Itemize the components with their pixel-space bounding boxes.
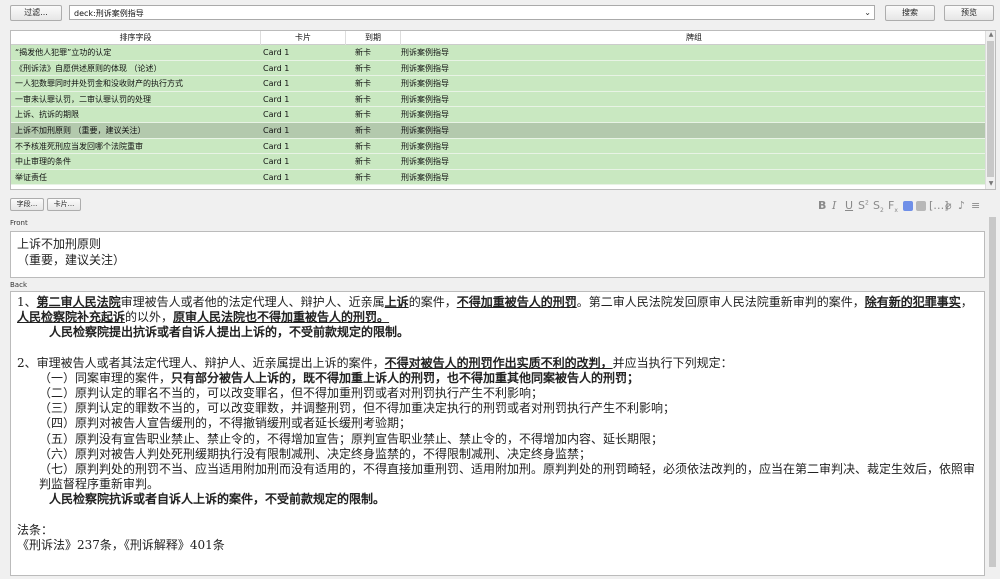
bold-icon[interactable]: B <box>818 199 826 213</box>
cell-sort-field: 中止审理的条件 <box>15 157 71 167</box>
scroll-down-icon[interactable]: ▼ <box>986 180 995 189</box>
cell-due: 新卡 <box>355 157 371 167</box>
card-table: 排序字段 卡片 到期 牌组 “揭发他人犯罪”立功的认定 Card 1 新卡 刑诉案例指… <box>10 30 996 190</box>
cell-sort-field: 《刑诉法》自愿供述原则的体现 （论述） <box>15 63 162 73</box>
cell-sort-field: “揭发他人犯罪”立功的认定 <box>15 48 112 57</box>
cell-due: 新卡 <box>355 172 371 182</box>
cell-due: 新卡 <box>355 94 371 104</box>
cell-card: Card 1 <box>263 172 290 182</box>
table-row[interactable]: “揭发他人犯罪”立功的认定 Card 1 新卡 刑诉案例指导 <box>11 45 987 61</box>
search-input[interactable]: deck:刑诉案例指导 ⌄ <box>69 5 875 20</box>
back-item-2: （二）原判认定的罪名不当的，可以改变罪名，但不得加重刑罚或者对刑罚执行产生不利影… <box>39 386 544 401</box>
editor-scrollbar[interactable] <box>987 205 998 577</box>
cell-deck: 刑诉案例指导 <box>401 79 449 89</box>
back-paragraph-3: 人民检察院抗诉或者自诉人上诉的案件，不受前款规定的限制。 <box>49 492 386 507</box>
cell-card: Card 1 <box>263 141 290 151</box>
cell-deck: 刑诉案例指导 <box>401 141 449 151</box>
cell-due: 新卡 <box>355 79 371 89</box>
back-paragraph-1: 1、第二审人民法院审理被告人或者他的法定代理人、辩护人、近亲属上诉的案件，不得加… <box>17 295 973 325</box>
superscript-icon[interactable]: S2 <box>858 199 869 213</box>
law-label: 法条： <box>17 522 54 537</box>
chevron-down-icon[interactable]: ⌄ <box>864 8 871 17</box>
underline-icon[interactable]: U <box>845 199 853 213</box>
back-item-4: （四）原判对被告人宣告缓刑的，不得撤销缓刑或者延长缓刑考验期； <box>39 416 412 431</box>
table-row[interactable]: 一审未认罪认罚，二审认罪认罚的处理 Card 1 新卡 刑诉案例指导 <box>11 91 987 108</box>
cell-deck: 刑诉案例指导 <box>401 48 449 57</box>
cell-deck: 刑诉案例指导 <box>401 110 449 120</box>
cell-card: Card 1 <box>263 63 290 73</box>
cards-button[interactable]: 卡片... <box>47 198 81 211</box>
front-line-1: 上诉不加刑原则 <box>17 237 102 251</box>
top-toolbar: 过滤... deck:刑诉案例指导 ⌄ 搜索 预览 <box>0 0 1000 24</box>
cell-sort-field: 一审未认罪认罚，二审认罪认罚的处理 <box>15 94 151 104</box>
front-field[interactable]: 上诉不加刑原则 （重要，建议关注） <box>10 231 985 278</box>
search-button[interactable]: 搜索 <box>885 5 935 21</box>
back-item-6: （六）原判对被告人判处死刑缓期执行没有限制减刑、决定终身监禁的，不得限制减刑、决… <box>39 446 592 461</box>
back-item-1: （一）同案审理的案件，只有部分被告人上诉的，既不得加重上诉人的刑罚，也不得加重其… <box>39 370 640 385</box>
more-menu-icon[interactable]: ≡ <box>971 199 980 213</box>
cell-card: Card 1 <box>263 48 290 57</box>
table-row[interactable]: 不予核准死刑应当发回哪个法院重审 Card 1 新卡 刑诉案例指导 <box>11 138 987 155</box>
cell-deck: 刑诉案例指导 <box>401 125 449 135</box>
back-item-7: （七）原判判处的刑罚不当、应当适用附加刑而没有适用的，不得直接加重刑罚、适用附加… <box>39 462 976 492</box>
back-item-5: （五）原判没有宣告职业禁止、禁止令的，不得增加宣告；原判宣告职业禁止、禁止令的，… <box>39 431 664 446</box>
cell-deck: 刑诉案例指导 <box>401 63 449 73</box>
text-color-icon[interactable] <box>903 201 913 211</box>
table-row[interactable]: 上诉不加刑原则 （重要，建议关注） Card 1 新卡 刑诉案例指导 <box>11 122 987 139</box>
back-item-3: （三）原判认定的罪数不当的，可以改变罪数，并调整刑罚，但不得加重决定执行的刑罚或… <box>39 401 676 416</box>
cell-card: Card 1 <box>263 79 290 89</box>
table-rows: “揭发他人犯罪”立功的认定 Card 1 新卡 刑诉案例指导 《刑诉法》自愿供述原则的体… <box>11 45 987 186</box>
table-row[interactable]: 中止审理的条件 Card 1 新卡 刑诉案例指导 <box>11 154 987 170</box>
back-field[interactable]: 1、第二审人民法院审理被告人或者他的法定代理人、辩护人、近亲属上诉的案件，不得加… <box>10 291 985 576</box>
cell-deck: 刑诉案例指导 <box>401 157 449 167</box>
cell-card: Card 1 <box>263 157 290 167</box>
record-audio-icon[interactable]: ♪ <box>958 199 965 213</box>
italic-icon[interactable]: I <box>832 199 836 213</box>
highlight-color-icon[interactable] <box>916 201 926 211</box>
cell-due: 新卡 <box>355 48 371 57</box>
preview-button[interactable]: 预览 <box>944 5 994 21</box>
attach-icon[interactable]: ⌀ <box>945 199 952 213</box>
column-card[interactable]: 卡片 <box>261 31 346 45</box>
back-paragraph-2: 2、审理被告人或者其法定代理人、辩护人、近亲属提出上诉的案件，不得对被告人的刑罚… <box>17 355 733 370</box>
table-row[interactable]: 举证责任 Card 1 新卡 刑诉案例指导 <box>11 169 987 186</box>
law-text: 《刑诉法》237条，《刑诉解释》401条 <box>17 537 225 552</box>
cell-card: Card 1 <box>263 94 290 104</box>
scrollbar-thumb[interactable] <box>987 41 994 177</box>
editor-scrollbar-thumb[interactable] <box>989 217 996 567</box>
cell-sort-field: 举证责任 <box>15 172 47 182</box>
table-scrollbar[interactable]: ▲ ▼ <box>985 31 995 189</box>
cell-deck: 刑诉案例指导 <box>401 94 449 104</box>
back-label: Back <box>10 281 27 289</box>
cell-card: Card 1 <box>263 110 290 120</box>
cell-due: 新卡 <box>355 110 371 120</box>
cell-card: Card 1 <box>263 125 290 135</box>
clear-format-icon[interactable]: Fx <box>888 199 898 214</box>
cell-sort-field: 一人犯数罪同时并处罚金和没收财产的执行方式 <box>15 79 183 89</box>
scroll-up-icon[interactable]: ▲ <box>986 31 995 40</box>
front-line-2: （重要，建议关注） <box>17 253 126 267</box>
table-row[interactable]: 上诉、抗诉的期限 Card 1 新卡 刑诉案例指导 <box>11 107 987 123</box>
cell-deck: 刑诉案例指导 <box>401 172 449 182</box>
column-due[interactable]: 到期 <box>346 31 401 45</box>
search-input-value: deck:刑诉案例指导 <box>74 9 144 18</box>
column-sort-field[interactable]: 排序字段 <box>11 31 261 45</box>
cell-due: 新卡 <box>355 141 371 151</box>
cell-sort-field: 不予核准死刑应当发回哪个法院重审 <box>15 141 143 151</box>
cell-due: 新卡 <box>355 125 371 135</box>
fields-button[interactable]: 字段... <box>10 198 44 211</box>
column-deck[interactable]: 牌组 <box>401 31 987 45</box>
subscript-icon[interactable]: S2 <box>873 199 884 214</box>
cell-sort-field: 上诉、抗诉的期限 <box>15 110 79 120</box>
table-row[interactable]: 一人犯数罪同时并处罚金和没收财产的执行方式 Card 1 新卡 刑诉案例指导 <box>11 76 987 92</box>
table-row[interactable]: 《刑诉法》自愿供述原则的体现 （论述） Card 1 新卡 刑诉案例指导 <box>11 60 987 77</box>
cell-sort-field: 上诉不加刑原则 （重要，建议关注） <box>15 125 146 135</box>
front-label: Front <box>10 219 28 227</box>
cell-due: 新卡 <box>355 63 371 73</box>
back-paragraph-1-note: 人民检察院提出抗诉或者自诉人提出上诉的，不受前款规定的限制。 <box>49 325 410 340</box>
filter-button[interactable]: 过滤... <box>10 5 62 21</box>
table-header: 排序字段 卡片 到期 牌组 <box>11 31 987 45</box>
